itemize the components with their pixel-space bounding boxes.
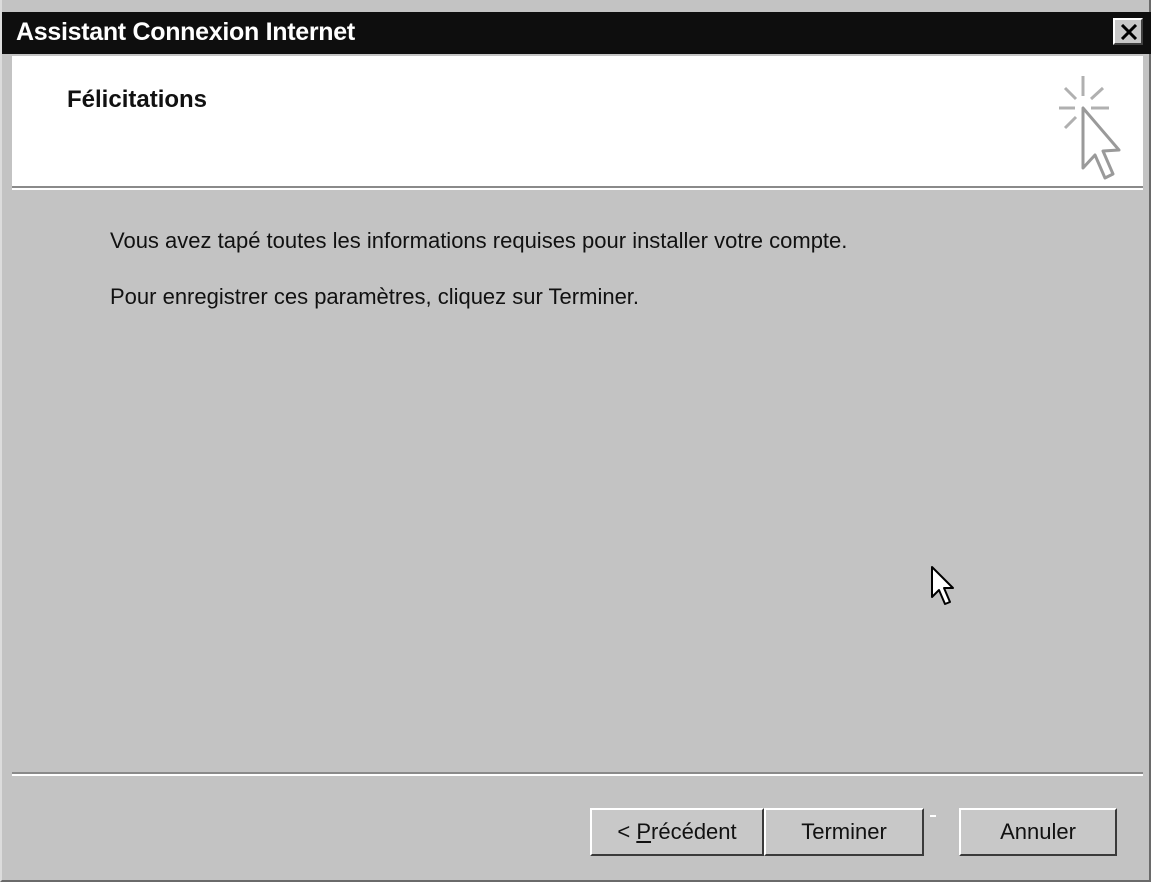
focus-tick <box>930 815 936 817</box>
close-button[interactable] <box>1113 18 1143 45</box>
wizard-header: Félicitations <box>12 56 1143 186</box>
title-bar[interactable]: Assistant Connexion Internet <box>2 12 1151 54</box>
cancel-label: Annuler <box>1000 819 1076 844</box>
mouse-pointer-icon <box>931 566 954 605</box>
page-title: Félicitations <box>67 86 208 113</box>
previous-prefix: < <box>617 819 637 844</box>
finish-button[interactable]: Terminer <box>764 808 924 856</box>
previous-button[interactable]: < Précédent <box>590 808 764 856</box>
footer-divider <box>12 772 1143 776</box>
cancel-button[interactable]: Annuler <box>959 808 1117 856</box>
info-text-complete: Vous avez tapé toutes les informations r… <box>110 228 848 253</box>
dialog-window: Assistant Connexion Internet Félicitatio… <box>0 0 1151 882</box>
info-text-finish: Pour enregistrer ces paramètres, cliquez… <box>110 284 640 309</box>
close-icon <box>1120 24 1138 40</box>
wizard-cursor-icon <box>1059 76 1121 180</box>
previous-mnemonic: P <box>636 819 652 844</box>
previous-rest: récédent <box>651 819 737 844</box>
window-title: Assistant Connexion Internet <box>16 18 355 46</box>
finish-label: Terminer <box>801 819 887 844</box>
header-divider <box>12 186 1143 190</box>
